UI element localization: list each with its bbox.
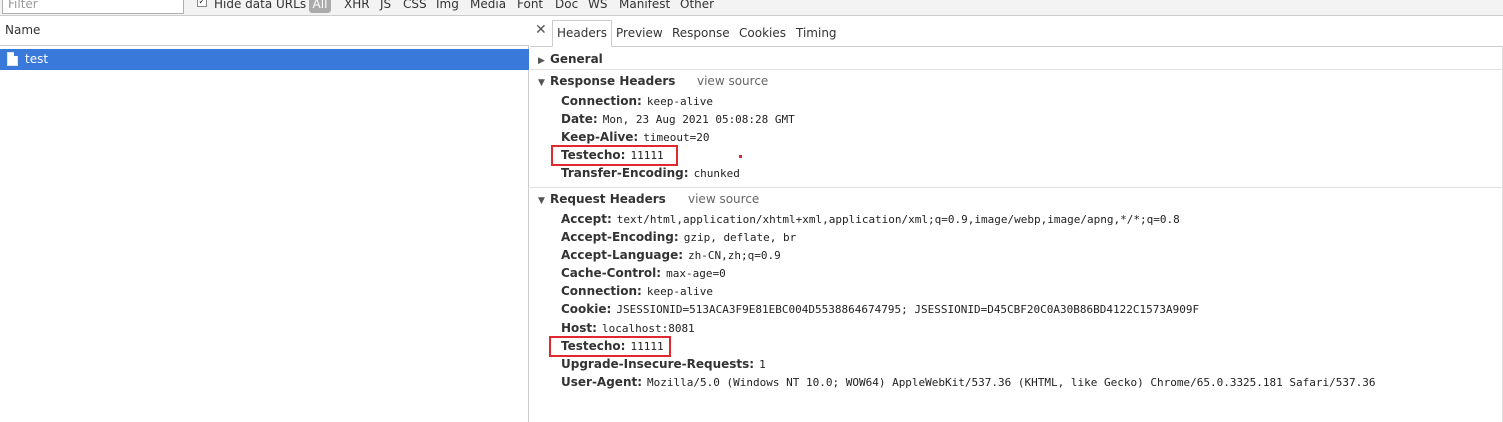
name-column-header[interactable]: Name (0, 16, 529, 46)
response-headers-title: Response Headers (550, 74, 676, 88)
request-header-row: Connection: keep-alive (561, 283, 713, 300)
general-section-toggle[interactable]: ▶ General (538, 51, 603, 69)
header-value: 1 (759, 358, 766, 371)
header-key: Accept: (561, 212, 612, 226)
type-filter-ws[interactable]: WS (588, 0, 607, 12)
triangle-down-icon: ▼ (538, 196, 545, 206)
filter-input[interactable] (2, 0, 184, 14)
response-header-row: Transfer-Encoding: chunked (561, 165, 740, 182)
header-key: Host: (561, 321, 597, 335)
header-value: localhost:8081 (601, 322, 695, 335)
request-header-row: User-Agent: Mozilla/5.0 (Windows NT 10.0;… (561, 374, 1376, 391)
type-filter-js[interactable]: JS (380, 0, 391, 12)
header-key: Accept-Language: (561, 248, 684, 262)
type-filter-all[interactable]: All (309, 0, 331, 13)
request-header-row: Accept-Encoding: gzip, deflate, br (561, 229, 796, 246)
name-column-label: Name (5, 23, 41, 37)
hide-data-urls-label: Hide data URLs (214, 0, 307, 11)
header-key: Upgrade-Insecure-Requests: (561, 357, 755, 371)
header-key: User-Agent: (561, 375, 643, 389)
header-key: Date: (561, 112, 598, 126)
response-header-row: Connection: keep-alive (561, 93, 713, 110)
response-view-source-link[interactable]: view source (697, 73, 768, 89)
header-value: JSESSIONID=513ACA3F9E81EBC004D5538864674… (616, 303, 1200, 316)
request-list-panel: Name test (0, 16, 529, 422)
header-key: Accept-Encoding: (561, 230, 679, 244)
tab-preview[interactable]: Preview (616, 25, 663, 41)
type-filter-font[interactable]: Font (517, 0, 543, 12)
type-filter-doc[interactable]: Doc (555, 0, 578, 12)
section-divider (530, 187, 1503, 188)
document-file-icon (7, 52, 18, 66)
header-value: zh-CN,zh;q=0.9 (688, 249, 781, 262)
type-filter-xhr[interactable]: XHR (344, 0, 370, 12)
request-name: test (25, 52, 49, 66)
response-headers-section-toggle[interactable]: ▼ Response Headers (538, 73, 675, 91)
triangle-right-icon: ▶ (538, 56, 545, 66)
header-value: Mon, 23 Aug 2021 05:08:28 GMT (602, 113, 795, 126)
hide-data-urls-checkbox[interactable]: ✓ (197, 0, 207, 7)
request-header-row: Host: localhost:8081 (561, 320, 695, 337)
header-value: chunked (693, 167, 740, 180)
request-view-source-link[interactable]: view source (688, 191, 759, 207)
details-tab-bar: ✕ Headers Preview Response Cookies Timin… (530, 16, 1503, 47)
type-filter-media[interactable]: Media (470, 0, 506, 12)
tab-response[interactable]: Response (672, 25, 730, 41)
network-filter-bar: ✓ Hide data URLs All XHR JS CSS Img Medi… (0, 0, 1503, 16)
header-value: max-age=0 (666, 267, 726, 280)
header-value: keep-alive (646, 95, 714, 108)
request-header-row: Cookie: JSESSIONID=513ACA3F9E81EBC004D553… (561, 301, 1199, 318)
request-header-row: Upgrade-Insecure-Requests: 1 (561, 356, 766, 373)
response-header-row: Keep-Alive: timeout=20 (561, 129, 709, 146)
header-value: Mozilla/5.0 (Windows NT 10.0; WOW64) App… (647, 376, 1376, 389)
close-icon[interactable]: ✕ (535, 23, 547, 37)
header-value: text/html,application/xhtml+xml,applicat… (616, 213, 1180, 226)
header-key: Connection: (561, 94, 642, 108)
request-header-row: Accept-Language: zh-CN,zh;q=0.9 (561, 247, 781, 264)
type-filter-img[interactable]: Img (436, 0, 459, 12)
header-key: Cookie: (561, 302, 612, 316)
header-value: timeout=20 (643, 131, 710, 144)
tab-timing[interactable]: Timing (796, 25, 837, 41)
request-headers-title: Request Headers (550, 192, 666, 206)
highlight-box (551, 145, 678, 166)
tab-headers[interactable]: Headers (552, 20, 612, 47)
type-filter-other[interactable]: Other (680, 0, 714, 12)
red-marker (739, 155, 742, 158)
header-value: keep-alive (646, 285, 714, 298)
highlight-box (549, 336, 671, 357)
request-header-row: Cache-Control: max-age=0 (561, 265, 726, 282)
request-row-selected[interactable]: test (0, 49, 529, 70)
type-filter-css[interactable]: CSS (403, 0, 427, 12)
header-key: Transfer-Encoding: (561, 166, 689, 180)
header-key: Keep-Alive: (561, 130, 639, 144)
tab-cookies[interactable]: Cookies (739, 25, 786, 41)
header-value: gzip, deflate, br (683, 231, 797, 244)
triangle-down-icon: ▼ (538, 78, 545, 88)
request-headers-section-toggle[interactable]: ▼ Request Headers (538, 191, 666, 209)
general-section-title: General (550, 52, 603, 66)
response-header-row: Date: Mon, 23 Aug 2021 05:08:28 GMT (561, 111, 795, 128)
type-filter-manifest[interactable]: Manifest (619, 0, 670, 12)
section-divider (530, 69, 1503, 70)
request-header-row: Accept: text/html,application/xhtml+xml,a… (561, 211, 1180, 228)
request-details-panel: ✕ Headers Preview Response Cookies Timin… (530, 16, 1503, 422)
header-key: Connection: (561, 284, 642, 298)
header-key: Cache-Control: (561, 266, 662, 280)
